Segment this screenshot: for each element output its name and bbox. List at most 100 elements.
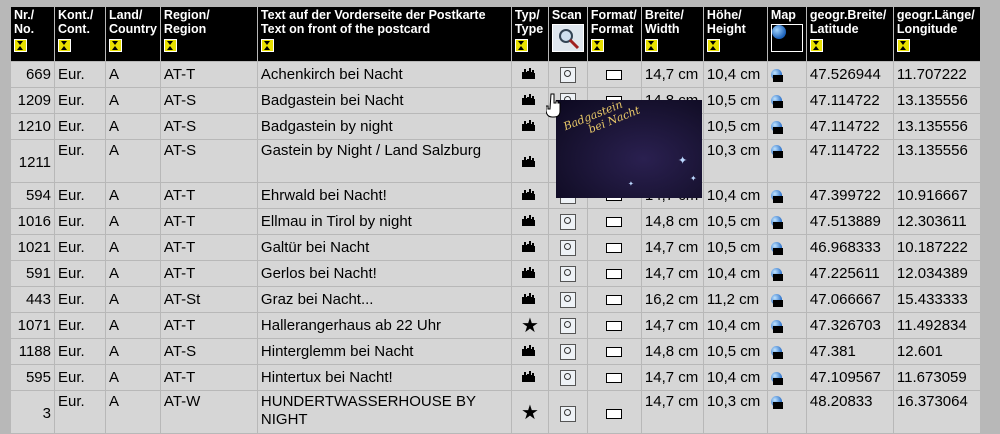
cell-map [767, 209, 806, 234]
cell-latitude: 46.968333 [806, 235, 893, 260]
magnifier-icon[interactable] [559, 370, 576, 387]
table-row: 1016 Eur. A AT-T Ellmau in Tirol by night 14,… [11, 209, 980, 234]
sort-toggle-icon[interactable] [163, 39, 177, 52]
landscape-format-icon [606, 269, 623, 280]
cell-width: 16,2 cm [641, 287, 703, 312]
landscape-format-icon [606, 373, 623, 384]
cell-country: A [106, 391, 160, 433]
globe-icon[interactable] [770, 215, 784, 229]
city-skyline-icon [522, 370, 537, 385]
globe-icon[interactable] [770, 345, 784, 359]
sort-toggle-icon[interactable] [590, 39, 604, 52]
column-header-longitude: geogr.Länge/Longitude [893, 7, 980, 61]
cell-nr: 1211 [11, 140, 54, 182]
magnifier-icon[interactable] [559, 292, 576, 309]
globe-icon[interactable] [770, 120, 784, 134]
landscape-format-icon [606, 321, 623, 332]
cell-format [587, 365, 641, 390]
star-icon: ★ [520, 314, 539, 337]
globe-icon[interactable] [770, 395, 784, 409]
sort-toggle-icon[interactable] [109, 39, 122, 52]
column-header-label: Breite/ [644, 8, 684, 22]
cell-country: A [106, 183, 160, 208]
sort-toggle-icon[interactable] [644, 39, 658, 52]
sort-toggle-icon[interactable] [260, 39, 274, 52]
globe-icon[interactable] [770, 267, 784, 281]
table-row: 443 Eur. A AT-St Graz bei Nacht... 16,2 cm 11,… [11, 287, 980, 312]
magnifier-icon[interactable] [551, 24, 584, 52]
magnifier-icon[interactable] [559, 67, 576, 84]
cell-format [587, 235, 641, 260]
cell-longitude: 12.601 [893, 339, 980, 364]
globe-icon[interactable] [770, 241, 784, 255]
cell-scan [548, 313, 587, 338]
cell-country: A [106, 88, 160, 113]
globe-icon[interactable] [770, 319, 784, 333]
sort-toggle-icon[interactable] [809, 39, 823, 52]
globe-icon[interactable] [770, 371, 784, 385]
cell-postcard-text: Galtür bei Nacht [257, 235, 511, 260]
cell-scan [548, 235, 587, 260]
cell-latitude: 47.114722 [806, 88, 893, 113]
city-skyline-icon [522, 292, 537, 307]
cell-map [767, 287, 806, 312]
cell-height: 10,4 cm [703, 183, 767, 208]
cell-height: 11,2 cm [703, 287, 767, 312]
cell-scan [548, 287, 587, 312]
cell-country: A [106, 114, 160, 139]
magnifier-icon[interactable] [559, 318, 576, 335]
magnifier-icon[interactable] [559, 240, 576, 257]
globe-icon[interactable] [770, 144, 784, 158]
cell-longitude: 13.135556 [893, 88, 980, 113]
cell-type [511, 261, 548, 286]
sort-toggle-icon[interactable] [14, 39, 27, 52]
column-header-label: Latitude [809, 22, 859, 36]
magnifier-icon[interactable] [559, 344, 576, 361]
table-row: 3 Eur. A AT-W HUNDERTWASSERHOUSE BY NIGHT ★ 14… [11, 391, 980, 433]
cell-map [767, 261, 806, 286]
column-header-country: Land/Country [106, 7, 160, 61]
cell-longitude: 10.916667 [893, 183, 980, 208]
globe-icon[interactable] [770, 68, 784, 82]
cell-type [511, 140, 548, 182]
cell-postcard-text: Hinterglemm bei Nacht [257, 339, 511, 364]
cell-nr: 595 [11, 365, 54, 390]
cell-longitude: 11.707222 [893, 62, 980, 87]
column-header-format: Format/Format [587, 7, 641, 61]
table-header-row: Nr./No. Kont./Cont. Land/Country Region/Reg… [11, 7, 980, 61]
cell-postcard-text: Achenkirch bei Nacht [257, 62, 511, 87]
cell-type [511, 365, 548, 390]
sort-toggle-icon[interactable] [706, 39, 720, 52]
cell-latitude: 48.20833 [806, 391, 893, 433]
cell-postcard-text: HUNDERTWASSERHOUSE BY NIGHT [257, 391, 511, 433]
postcard-table: Nr./No. Kont./Cont. Land/Country Region/Reg… [10, 6, 981, 434]
cell-format [587, 339, 641, 364]
magnifier-icon[interactable] [559, 214, 576, 231]
cell-width: 14,8 cm [641, 339, 703, 364]
sort-toggle-icon[interactable] [58, 39, 71, 52]
cell-type [511, 209, 548, 234]
table-row: 1021 Eur. A AT-T Galtür bei Nacht 14,7 cm 10,5… [11, 235, 980, 260]
column-header-label: Text auf der Vorderseite der Postkarte [260, 8, 486, 22]
sort-toggle-icon[interactable] [896, 39, 910, 52]
magnifier-icon[interactable] [559, 266, 576, 283]
globe-icon[interactable] [770, 94, 784, 108]
column-header-latitude: geogr.Breite/Latitude [806, 7, 893, 61]
cell-map [767, 235, 806, 260]
globe-icon[interactable] [770, 24, 803, 52]
globe-icon[interactable] [770, 189, 784, 203]
cell-longitude: 11.492834 [893, 313, 980, 338]
cell-height: 10,4 cm [703, 313, 767, 338]
magnifier-icon[interactable] [559, 405, 576, 422]
cell-map [767, 140, 806, 182]
column-header-label: Text on front of the postcard [260, 22, 431, 36]
preview-caption: Badgastein bei Nacht [562, 100, 642, 144]
cell-width: 14,7 cm [641, 261, 703, 286]
sort-toggle-icon[interactable] [514, 39, 528, 52]
table-row: 669 Eur. A AT-T Achenkirch bei Nacht 14,7 cm 1… [11, 62, 980, 87]
cell-postcard-text: Hallerangerhaus ab 22 Uhr [257, 313, 511, 338]
table-row: 595 Eur. A AT-T Hintertux bei Nacht! 14,7 cm 1… [11, 365, 980, 390]
cell-height: 10,3 cm [703, 140, 767, 182]
column-header-label: No. [14, 22, 35, 36]
globe-icon[interactable] [770, 293, 784, 307]
